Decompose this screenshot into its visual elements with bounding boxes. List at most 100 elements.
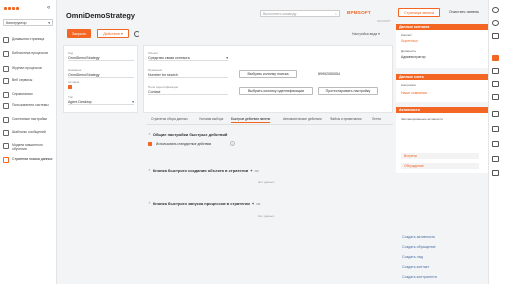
sidebar-item-templates[interactable]: Шаблоны сообщений — [3, 130, 55, 136]
select-search-column-button[interactable]: Выбрать колонку поиска — [239, 70, 297, 78]
sidebar-item-journal[interactable]: Журнал процессов — [3, 66, 55, 72]
tasks-icon[interactable] — [492, 141, 499, 147]
tab-auto-actions[interactable]: Автоматические действия — [283, 117, 322, 121]
strategy-icon — [3, 157, 9, 163]
sidebar-item-lookups[interactable]: Справочники — [3, 92, 55, 98]
feed-icon[interactable] — [492, 156, 499, 162]
sidebar-item-strategies[interactable]: Стратегии поиска данных — [3, 157, 55, 163]
section-quick-create-object[interactable]: ⌃ Кнопка быстрого создания объекта в стра… — [148, 168, 259, 173]
more-icon[interactable]: ••• — [255, 168, 259, 173]
empty-state: Нет данных — [258, 180, 275, 184]
create-case-link[interactable]: Создать обращение — [402, 245, 436, 249]
section-general-quick-actions[interactable]: ⌃ Общие настройки быстрых действий — [148, 132, 227, 137]
tab-feed[interactable]: Лента — [372, 117, 381, 121]
phone-test-input[interactable]: 89992050054 — [318, 72, 340, 76]
create-activity-link[interactable]: Создать активность — [402, 235, 435, 239]
section-quick-run-process[interactable]: ⌃ Кнопка быстрого запуска процессов в стр… — [148, 201, 260, 206]
clear-panel-button[interactable]: Очистить панель — [449, 10, 479, 14]
sidebar-item-users[interactable]: Пользователи системы — [3, 103, 55, 109]
add-icon[interactable]: + — [250, 168, 252, 173]
name-field[interactable]: OmniDemoStrategy — [68, 73, 134, 78]
create-contact-link[interactable]: Создать контакт — [402, 265, 429, 269]
info-icon[interactable]: i — [230, 141, 235, 146]
help-icon[interactable] — [492, 33, 499, 39]
sidebar-item-library[interactable]: Библиотека процессов — [3, 51, 55, 57]
section-title: Кнопка быстрого запуска процессов в стра… — [152, 201, 250, 206]
sidebar-item-label: Веб сервисы — [12, 78, 33, 82]
name-label: Название — [68, 68, 82, 72]
chevron-up-icon: ⌃ — [148, 132, 151, 137]
contact-value[interactable]: Supervisor — [401, 39, 418, 43]
object-label: Объект — [148, 51, 159, 55]
object-select[interactable]: Средство связи контакта ▾ — [148, 56, 228, 61]
use-standard-actions-checkbox[interactable] — [148, 142, 152, 146]
search-icon: ⌕ — [334, 11, 337, 16]
activity-item[interactable]: Встречи — [401, 153, 479, 159]
collapse-sidebar-icon[interactable]: « — [47, 5, 50, 11]
close-button[interactable]: Закрыть — [67, 29, 91, 38]
sidebar-item-settings[interactable]: Системные настройки — [3, 117, 55, 123]
ident-field-label: Поле идентификации — [148, 85, 179, 89]
tab-selection-conditions[interactable]: Условия выбора — [199, 117, 223, 121]
sidebar-item-ml-models[interactable]: Модели машинного обучения — [3, 143, 55, 151]
sidebar-item-home[interactable]: Домашняя страница — [3, 37, 55, 43]
tab-files-notes[interactable]: Файлы и примечания — [330, 117, 362, 121]
type-select[interactable]: Agent Desktop ▾ — [68, 100, 134, 105]
queue-icon[interactable] — [492, 170, 499, 176]
activity-item[interactable]: Обсуждение — [401, 163, 479, 169]
tab-data-strategies[interactable]: Стратегии сбора данных — [151, 117, 188, 121]
actions-button[interactable]: Действия ▾ — [97, 29, 129, 38]
tab-quick-actions[interactable]: Быстрые действия панели — [231, 117, 271, 123]
gear-icon[interactable] — [492, 20, 499, 26]
main-fields-card: Код OmniDemoStrategy Название OmniDemoSt… — [63, 45, 138, 113]
refresh-icon[interactable] — [134, 31, 140, 37]
more-icon[interactable]: ••• — [256, 201, 260, 206]
phone-icon[interactable] — [492, 55, 499, 61]
active-checkbox[interactable] — [68, 85, 72, 89]
journal-icon — [3, 66, 9, 72]
sidebar-item-label: Стратегии поиска данных — [12, 157, 53, 161]
code-field[interactable]: OmniDemoStrategy — [68, 56, 134, 61]
tabs-divider — [146, 124, 393, 125]
users-icon — [3, 103, 9, 109]
empty-state: Нет данных — [258, 214, 275, 218]
search-placeholder: Выполнить команду — [263, 11, 297, 16]
sidebar-item-label: Домашняя страница — [12, 37, 45, 41]
message-icon[interactable] — [492, 94, 499, 100]
activities-label: Запланированные активности — [401, 117, 443, 121]
account-value[interactable]: Наше компания — [401, 91, 427, 95]
position-label: Должность — [401, 49, 417, 53]
strategy-fields-card: Объект Средство связи контакта ▾ Приемник… — [143, 45, 393, 113]
type-value: Agent Desktop — [68, 100, 92, 104]
code-label: Код — [68, 51, 74, 55]
notes-icon[interactable] — [492, 126, 499, 132]
select-ident-column-button[interactable]: Выбрать колонку идентификации — [239, 87, 313, 95]
call-page-button[interactable]: Страница звонка — [398, 8, 440, 17]
add-icon[interactable]: + — [252, 201, 254, 206]
view-settings-label: Настройка вида — [352, 32, 378, 36]
workspace-select[interactable]: Конструктор ▾ — [3, 19, 53, 26]
chat-icon[interactable] — [492, 68, 499, 74]
sidebar-item-label: Библиотека процессов — [12, 51, 48, 55]
user-avatar-icon[interactable] — [492, 7, 499, 13]
object-value: Средство связи контакта — [148, 56, 190, 60]
calendar-icon[interactable] — [492, 111, 499, 117]
app-logo[interactable] — [4, 5, 21, 11]
sidebar-item-web-services[interactable]: Веб сервисы — [3, 78, 55, 84]
view-settings-button[interactable]: Настройка вида ▾ — [352, 32, 380, 36]
settings-icon — [3, 117, 9, 123]
contact-label: Контакт — [401, 33, 412, 37]
test-settings-button[interactable]: Протестировать настройку — [318, 87, 378, 95]
book-icon — [3, 92, 9, 98]
create-account-link[interactable]: Создать контрагента — [402, 275, 437, 279]
sidebar-item-label: Журнал процессов — [12, 66, 42, 70]
email-icon[interactable] — [492, 81, 499, 87]
search-field-value[interactable]: Number for search — [148, 73, 228, 78]
chevron-down-icon: ▾ — [132, 100, 134, 104]
ident-field-value[interactable]: Contact — [148, 90, 228, 95]
command-search-input[interactable]: Выполнить команду ⌕ — [260, 10, 340, 17]
sidebar-item-label: Модели машинного обучения — [12, 143, 43, 151]
brand-subtitle: ЭКСПЕРТ — [377, 19, 391, 23]
brand-logo: BPMSOFT — [347, 10, 371, 15]
create-lead-link[interactable]: Создать лид — [402, 255, 423, 259]
